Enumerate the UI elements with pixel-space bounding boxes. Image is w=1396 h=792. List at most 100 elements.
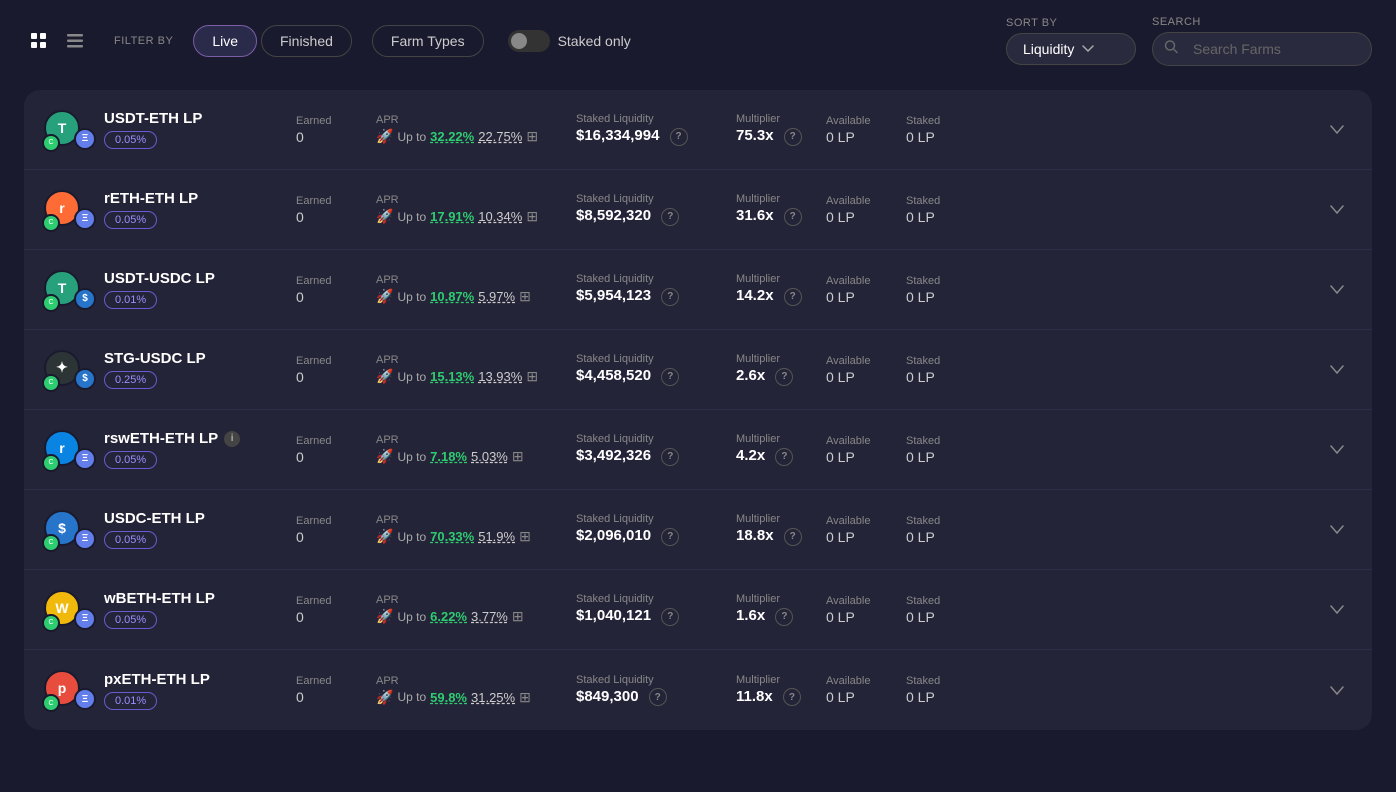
farm-multiplier-section: Multiplier 2.6x ?	[736, 353, 826, 385]
rocket-icon: 🚀	[376, 288, 393, 305]
sort-value: Liquidity	[1023, 41, 1074, 57]
apr-up-value: 59.8%	[430, 690, 467, 705]
multiplier-help-icon[interactable]: ?	[784, 128, 802, 146]
staked-liq-help-icon[interactable]: ?	[670, 128, 688, 146]
staked-liq-label: Staked Liquidity	[576, 674, 736, 686]
farm-expand-btn[interactable]	[1322, 676, 1352, 705]
staked-liq-help-icon[interactable]: ?	[661, 208, 679, 226]
staked-liq-help-icon[interactable]: ?	[661, 368, 679, 386]
farm-fee-badge: 0.05%	[104, 211, 157, 229]
farm-staked-section: Staked 0 LP	[906, 595, 976, 625]
multiplier-help-icon[interactable]: ?	[775, 368, 793, 386]
staked-value: 0 LP	[906, 289, 976, 305]
staked-liq-help-icon[interactable]: ?	[661, 288, 679, 306]
sort-select[interactable]: Liquidity	[1006, 33, 1136, 65]
staked-value: 0 LP	[906, 609, 976, 625]
apr-calc-icon[interactable]: ⊞	[519, 528, 531, 545]
finished-filter-btn[interactable]: Finished	[261, 25, 352, 57]
farm-icon-sub: Ξ	[74, 688, 96, 710]
farm-staked-liq-section: Staked Liquidity $3,492,326 ?	[576, 433, 736, 465]
apr-calc-icon[interactable]: ⊞	[512, 608, 524, 625]
farm-icons-usdc-eth: $ Ξ C	[44, 510, 96, 550]
apr-calc-icon[interactable]: ⊞	[519, 689, 531, 706]
farm-multiplier-section: Multiplier 1.6x ?	[736, 593, 826, 625]
list-view-btn[interactable]	[60, 26, 90, 56]
apr-base-value: 22.75%	[478, 129, 522, 144]
farm-icons-usdt-eth: T Ξ C	[44, 110, 96, 150]
staked-liq-value: $2,096,010 ?	[576, 527, 736, 545]
multiplier-label: Multiplier	[736, 273, 826, 285]
staked-liq-value: $5,954,123 ?	[576, 287, 736, 305]
apr-calc-icon[interactable]: ⊞	[526, 128, 538, 145]
staked-only-toggle[interactable]	[508, 30, 550, 52]
sort-dropdown-icon	[1082, 45, 1094, 53]
multiplier-value: 2.6x ?	[736, 367, 826, 385]
farm-icon-sub: Ξ	[74, 128, 96, 150]
live-filter-btn[interactable]: Live	[193, 25, 257, 57]
farm-icons-pxeth-eth: p Ξ C	[44, 670, 96, 710]
farm-row: r Ξ C rETH-ETH LP 0.05% Earned 0 APR 🚀 U…	[24, 170, 1372, 250]
farm-expand-btn[interactable]	[1322, 595, 1352, 624]
staked-liq-help-icon[interactable]: ?	[661, 448, 679, 466]
apr-prefix: Up to	[397, 370, 426, 384]
staked-liq-help-icon[interactable]: ?	[661, 528, 679, 546]
farm-multiplier-section: Multiplier 31.6x ?	[736, 193, 826, 225]
farm-expand-btn[interactable]	[1322, 275, 1352, 304]
apr-calc-icon[interactable]: ⊞	[526, 368, 538, 385]
staked-liq-help-icon[interactable]: ?	[649, 688, 667, 706]
farm-staked-section: Staked 0 LP	[906, 675, 976, 705]
apr-value: 🚀 Up to 15.13% 13.93% ⊞	[376, 368, 576, 385]
staked-toggle: Staked only	[508, 30, 631, 52]
farm-staked-liq-section: Staked Liquidity $16,334,994 ?	[576, 113, 736, 145]
farm-name: rETH-ETH LP	[104, 190, 296, 207]
multiplier-label: Multiplier	[736, 513, 826, 525]
farm-available-section: Available 0 LP	[826, 595, 906, 625]
apr-calc-icon[interactable]: ⊞	[519, 288, 531, 305]
multiplier-label: Multiplier	[736, 433, 826, 445]
farm-row: p Ξ C pxETH-ETH LP 0.01% Earned 0 APR 🚀 …	[24, 650, 1372, 730]
available-label: Available	[826, 515, 906, 527]
multiplier-help-icon[interactable]: ?	[775, 608, 793, 626]
farm-expand-btn[interactable]	[1322, 435, 1352, 464]
multiplier-help-icon[interactable]: ?	[775, 448, 793, 466]
farm-staked-section: Staked 0 LP	[906, 435, 976, 465]
apr-prefix: Up to	[397, 130, 426, 144]
farm-fee-badge: 0.01%	[104, 291, 157, 309]
staked-liq-help-icon[interactable]: ?	[661, 608, 679, 626]
staked-value: 0 LP	[906, 689, 976, 705]
staked-label: Staked	[906, 675, 976, 687]
farm-expand-btn[interactable]	[1322, 195, 1352, 224]
farm-fee-badge: 0.01%	[104, 692, 157, 710]
farm-staked-liq-section: Staked Liquidity $1,040,121 ?	[576, 593, 736, 625]
farm-available-section: Available 0 LP	[826, 355, 906, 385]
farm-expand-btn[interactable]	[1322, 115, 1352, 144]
search-input[interactable]	[1152, 32, 1372, 66]
grid-view-btn[interactable]	[24, 26, 54, 56]
farm-types-btn[interactable]: Farm Types	[372, 25, 484, 57]
apr-calc-icon[interactable]: ⊞	[512, 448, 524, 465]
earned-label: Earned	[296, 595, 376, 607]
farm-name: USDT-USDC LP	[104, 270, 296, 287]
multiplier-help-icon[interactable]: ?	[784, 528, 802, 546]
farm-fee-badge: 0.05%	[104, 531, 157, 549]
apr-calc-icon[interactable]: ⊞	[526, 208, 538, 225]
farm-available-section: Available 0 LP	[826, 195, 906, 225]
farm-expand-btn[interactable]	[1322, 355, 1352, 384]
multiplier-label: Multiplier	[736, 353, 826, 365]
farm-icons-rsweth-eth: r Ξ C	[44, 430, 96, 470]
multiplier-help-icon[interactable]: ?	[783, 688, 801, 706]
earned-label: Earned	[296, 355, 376, 367]
farm-info-icon[interactable]: i	[224, 431, 240, 447]
available-label: Available	[826, 195, 906, 207]
farm-fee-badge: 0.05%	[104, 611, 157, 629]
multiplier-value: 75.3x ?	[736, 127, 826, 145]
farm-name-section: STG-USDC LP 0.25%	[96, 350, 296, 389]
farm-expand-btn[interactable]	[1322, 515, 1352, 544]
farm-row: $ Ξ C USDC-ETH LP 0.05% Earned 0 APR 🚀 U…	[24, 490, 1372, 570]
farm-icon-badge: C	[42, 294, 60, 312]
farm-earned-section: Earned 0	[296, 355, 376, 385]
multiplier-help-icon[interactable]: ?	[784, 208, 802, 226]
farm-earned-section: Earned 0	[296, 675, 376, 705]
farm-multiplier-section: Multiplier 11.8x ?	[736, 674, 826, 706]
multiplier-help-icon[interactable]: ?	[784, 288, 802, 306]
